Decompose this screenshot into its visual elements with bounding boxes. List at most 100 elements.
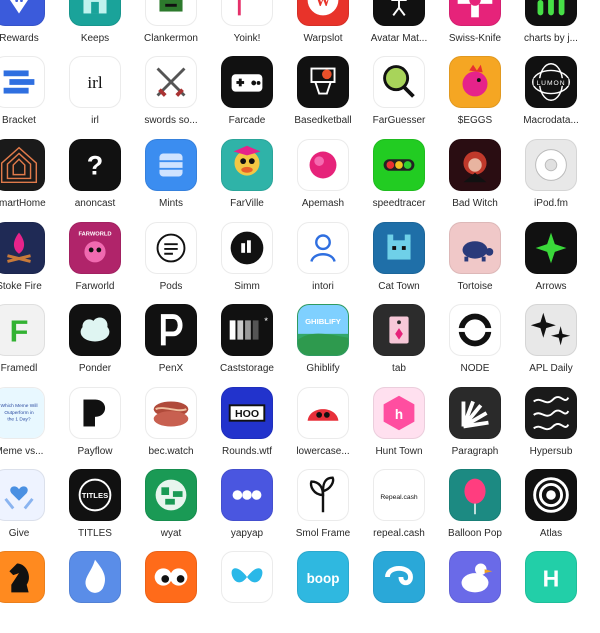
- app-tile[interactable]: h Hunt Town: [361, 387, 437, 469]
- app-tile[interactable]: W Rewards: [0, 0, 57, 56]
- sparkle-stars-icon[interactable]: [525, 304, 577, 356]
- red-blob-icon[interactable]: [297, 387, 349, 439]
- bar-chart-icon[interactable]: [525, 0, 577, 26]
- googly-eyes-icon[interactable]: [145, 551, 197, 603]
- magnifier-map-icon[interactable]: [373, 56, 425, 108]
- tab-tag-icon[interactable]: [373, 304, 425, 356]
- app-tile[interactable]: Ponder: [57, 304, 133, 386]
- app-tile[interactable]: irl irl: [57, 56, 133, 138]
- app-tile[interactable]: Farcade: [209, 56, 285, 138]
- rooster-icon[interactable]: [449, 56, 501, 108]
- app-tile[interactable]: $EGGS: [437, 56, 513, 138]
- app-tile[interactable]: Smol Frame: [285, 469, 361, 551]
- app-tile[interactable]: TITLES TITLES: [57, 469, 133, 551]
- rounds-logo-icon[interactable]: HOO: [221, 387, 273, 439]
- app-tile[interactable]: tab: [361, 304, 437, 386]
- stick-figure-icon[interactable]: [373, 0, 425, 26]
- lumon-logo-icon[interactable]: LUMON: [525, 56, 577, 108]
- app-tile[interactable]: Tortoise: [437, 222, 513, 304]
- app-tile[interactable]: PenX: [133, 304, 209, 386]
- app-tile[interactable]: yapyap: [209, 469, 285, 551]
- traffic-light-icon[interactable]: [373, 139, 425, 191]
- app-tile[interactable]: Keeps: [57, 0, 133, 56]
- letter-h-icon[interactable]: H: [525, 551, 577, 603]
- app-tile[interactable]: Arrows: [513, 222, 589, 304]
- app-tile[interactable]: swords so...: [133, 56, 209, 138]
- app-tile[interactable]: H: [513, 551, 589, 633]
- three-dots-icon[interactable]: [221, 469, 273, 521]
- app-tile[interactable]: speedtracer: [361, 139, 437, 221]
- stack-icon[interactable]: [145, 139, 197, 191]
- app-tile[interactable]: [209, 551, 285, 633]
- boop-logo-icon[interactable]: boop: [297, 551, 349, 603]
- app-tile[interactable]: W Warpslot: [285, 0, 361, 56]
- payflow-logo-icon[interactable]: [69, 387, 121, 439]
- paragraph-rays-icon[interactable]: [449, 387, 501, 439]
- arrows-burst-icon[interactable]: [525, 222, 577, 274]
- reward-badge-icon[interactable]: W: [0, 0, 45, 26]
- campfire-icon[interactable]: [0, 222, 45, 274]
- swirl-logo-icon[interactable]: [373, 551, 425, 603]
- app-tile[interactable]: Simm: [209, 222, 285, 304]
- app-tile[interactable]: Hypersub: [513, 387, 589, 469]
- simm-logo-icon[interactable]: [221, 222, 273, 274]
- app-tile[interactable]: GHIBLIFY Ghiblify: [285, 304, 361, 386]
- hunt-town-hex-icon[interactable]: h: [373, 387, 425, 439]
- app-tile[interactable]: SmartHome: [0, 139, 57, 221]
- swiss-knife-icon[interactable]: [449, 0, 501, 26]
- app-tile[interactable]: Repeal.cash repeal.cash: [361, 469, 437, 551]
- app-tile[interactable]: * Caststorage: [209, 304, 285, 386]
- app-tile[interactable]: Apemash: [285, 139, 361, 221]
- concentric-circles-icon[interactable]: [525, 469, 577, 521]
- pixel-globe-icon[interactable]: [145, 469, 197, 521]
- app-tile[interactable]: APL Daily: [513, 304, 589, 386]
- app-tile[interactable]: iPod.fm: [513, 139, 589, 221]
- app-tile[interactable]: Mints: [133, 139, 209, 221]
- app-tile[interactable]: Balloon Pop: [437, 469, 513, 551]
- app-tile[interactable]: ? anoncast: [57, 139, 133, 221]
- gradient-bars-icon[interactable]: *: [221, 304, 273, 356]
- tortoise-icon[interactable]: [449, 222, 501, 274]
- sprout-icon[interactable]: [297, 469, 349, 521]
- balloon-icon[interactable]: [449, 469, 501, 521]
- pink-orb-icon[interactable]: [297, 139, 349, 191]
- bacon-icon[interactable]: [145, 387, 197, 439]
- ipod-wheel-icon[interactable]: [525, 139, 577, 191]
- letter-p-icon[interactable]: [145, 304, 197, 356]
- app-tile[interactable]: Paragraph: [437, 387, 513, 469]
- app-tile[interactable]: HOO Rounds.wtf: [209, 387, 285, 469]
- cloud-icon[interactable]: [69, 304, 121, 356]
- app-tile[interactable]: [361, 551, 437, 633]
- app-tile[interactable]: charts by j...: [513, 0, 589, 56]
- bracket-icon[interactable]: [0, 56, 45, 108]
- butterfly-icon[interactable]: [221, 551, 273, 603]
- app-tile[interactable]: wyat: [133, 469, 209, 551]
- irl-text-icon[interactable]: irl: [69, 56, 121, 108]
- titles-swirl-icon[interactable]: TITLES: [69, 469, 121, 521]
- repeal-logo-icon[interactable]: Repeal.cash: [373, 469, 425, 521]
- scribble-pattern-icon[interactable]: [525, 387, 577, 439]
- app-tile[interactable]: Give: [0, 469, 57, 551]
- letter-f-grid-icon[interactable]: F: [0, 304, 45, 356]
- app-tile[interactable]: Stoke Fire: [0, 222, 57, 304]
- app-tile[interactable]: Bad Witch: [437, 139, 513, 221]
- cartoon-duck-icon[interactable]: [221, 139, 273, 191]
- goose-icon[interactable]: [449, 551, 501, 603]
- app-tile[interactable]: [0, 551, 57, 633]
- ghiblify-landscape-icon[interactable]: GHIBLIFY: [297, 304, 349, 356]
- app-tile[interactable]: Which Meme WillOutperform inthe 1 Day? Me…: [0, 387, 57, 469]
- app-tile[interactable]: F Framedl: [0, 304, 57, 386]
- app-tile[interactable]: Bracket: [0, 56, 57, 138]
- person-outline-icon[interactable]: [297, 222, 349, 274]
- app-tile[interactable]: boop: [285, 551, 361, 633]
- app-tile[interactable]: FarVille: [209, 139, 285, 221]
- flame-icon[interactable]: [69, 551, 121, 603]
- app-tile[interactable]: [57, 551, 133, 633]
- app-tile[interactable]: Avatar Mat...: [361, 0, 437, 56]
- app-tile[interactable]: [133, 551, 209, 633]
- app-tile[interactable]: Swiss-Knife: [437, 0, 513, 56]
- witch-portrait-icon[interactable]: [449, 139, 501, 191]
- app-tile[interactable]: FARWORLD Farworld: [57, 222, 133, 304]
- castle-icon[interactable]: [69, 0, 121, 26]
- meme-text-icon[interactable]: Which Meme Will Outperform in the 1 Day?: [0, 387, 45, 439]
